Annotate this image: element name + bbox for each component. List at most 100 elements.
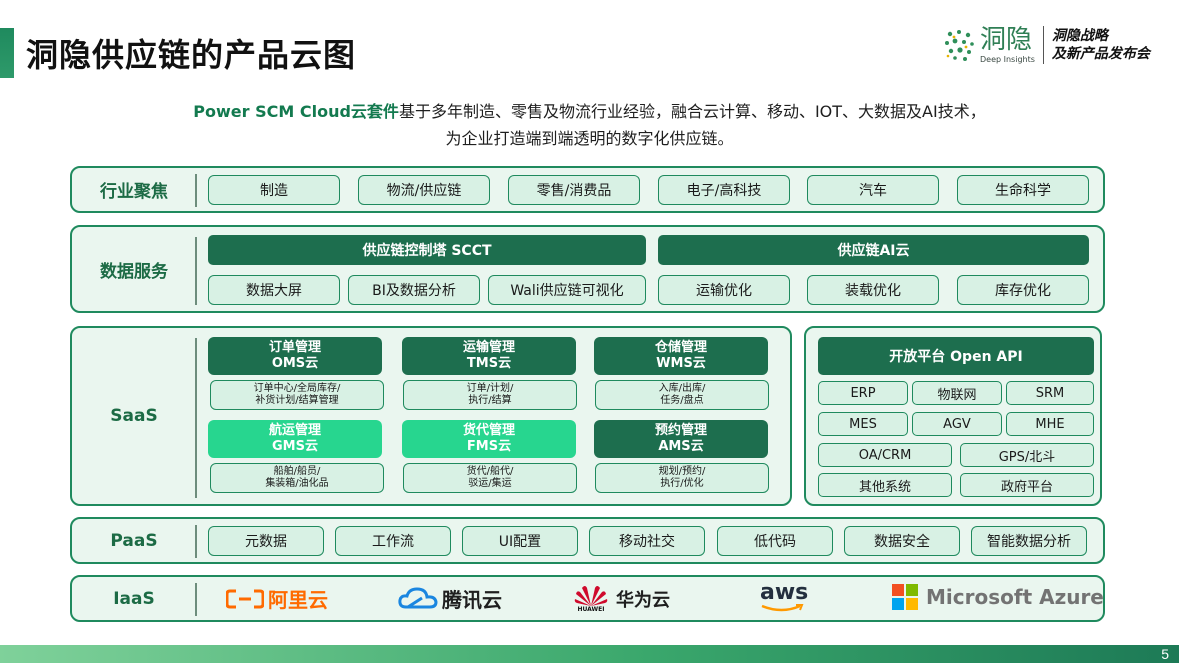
saas-label: SaaS <box>110 406 158 426</box>
industry-chip: 汽车 <box>807 175 939 205</box>
paas-chip: 低代码 <box>717 526 833 556</box>
gms-module-header: 航运管理 GMS云 <box>208 420 382 458</box>
ai-cloud-bar: 供应链AI云 <box>658 235 1089 265</box>
industry-label: 行业聚焦 <box>100 182 168 202</box>
module-name: 运输管理 <box>462 340 515 355</box>
aliyun-logo: 阿里云 <box>226 584 328 613</box>
event-line-2: 及新产品发布会 <box>1051 46 1150 62</box>
row-separator <box>195 237 197 305</box>
row-separator <box>195 525 197 558</box>
intro-highlight: Power SCM Cloud云套件 <box>193 102 399 121</box>
industry-chip: 物流/供应链 <box>358 175 490 205</box>
huawei-sub: HUAWEI <box>577 606 605 613</box>
logo-english-name: Deep Insights <box>980 54 1035 64</box>
api-chip: ERP <box>818 381 908 405</box>
data-service-chip: 装载优化 <box>807 275 939 305</box>
module-code: FMS云 <box>466 439 512 454</box>
huawei-cloud-name: 华为云 <box>616 589 670 611</box>
oms-module-desc: 订单中心/全局库存/ 补货计划/结算管理 <box>210 380 384 410</box>
api-chip: MES <box>818 412 908 436</box>
api-chip: AGV <box>912 412 1002 436</box>
industry-chip: 生命科学 <box>957 175 1089 205</box>
huawei-icon <box>574 586 608 606</box>
aliyun-icon <box>226 589 264 608</box>
company-logo: 洞隐 Deep Insights 洞隐战略 及新产品发布会 <box>942 26 1150 64</box>
module-desc-line: 订单/计划/ <box>466 383 514 394</box>
tms-module-header: 运输管理 TMS云 <box>402 337 576 375</box>
industry-chip: 电子/高科技 <box>658 175 790 205</box>
scct-bar: 供应链控制塔 SCCT <box>208 235 646 265</box>
api-chip: MHE <box>1006 412 1094 436</box>
saas-row: SaaS 订单管理 OMS云 订单中心/全局库存/ 补货计划/结算管理 运输管理… <box>70 326 792 506</box>
module-desc-line: 补货计划/结算管理 <box>255 395 339 406</box>
tencent-cloud-logo: 腾讯云 <box>398 584 502 613</box>
page-title: 洞隐供应链的产品云图 <box>26 36 357 74</box>
logo-divider <box>1042 26 1044 64</box>
module-name: 预约管理 <box>654 423 707 438</box>
module-code: OMS云 <box>271 356 319 371</box>
api-chip: 物联网 <box>912 381 1002 405</box>
microsoft-azure-name: Microsoft Azure <box>926 585 1104 609</box>
module-name: 航运管理 <box>268 423 321 438</box>
module-name: 货代管理 <box>462 423 515 438</box>
tencent-cloud-name: 腾讯云 <box>442 588 502 612</box>
event-name: 洞隐战略 及新产品发布会 <box>1052 27 1150 63</box>
paas-row: PaaS 元数据 工作流 UI配置 移动社交 低代码 数据安全 智能数据分析 <box>70 517 1105 564</box>
data-services-label: 数据服务 <box>100 261 168 282</box>
module-name: 仓储管理 <box>654 340 707 355</box>
oms-module-header: 订单管理 OMS云 <box>208 337 382 375</box>
event-line-1: 洞隐战略 <box>1051 28 1108 44</box>
module-desc-line: 执行/优化 <box>660 478 704 489</box>
aws-name: aws <box>760 580 809 605</box>
paas-chip: 数据安全 <box>844 526 960 556</box>
module-desc-line: 任务/盘点 <box>660 395 704 406</box>
row-separator <box>195 583 197 616</box>
module-desc-line: 入库/出库/ <box>658 383 706 394</box>
ams-module-header: 预约管理 AMS云 <box>594 420 768 458</box>
footer-bar <box>0 645 1179 663</box>
intro-text: Power SCM Cloud云套件基于多年制造、零售及物流行业经验，融合云计算… <box>0 98 1179 152</box>
module-code: TMS云 <box>466 356 512 371</box>
fms-module-header: 货代管理 FMS云 <box>402 420 576 458</box>
paas-chip: 工作流 <box>335 526 451 556</box>
open-api-panel: 开放平台 Open API ERP 物联网 SRM MES AGV MHE OA… <box>804 326 1102 506</box>
tencent-cloud-icon <box>398 586 438 608</box>
deep-insights-logo-icon <box>942 28 976 62</box>
module-desc-line: 船舶/船员/ <box>273 466 321 477</box>
paas-chip: 移动社交 <box>589 526 705 556</box>
microsoft-windows-icon <box>892 584 918 610</box>
wms-module-desc: 入库/出库/ 任务/盘点 <box>595 380 769 410</box>
data-service-chip: Wali供应链可视化 <box>488 275 646 305</box>
ams-module-desc: 规划/预约/ 执行/优化 <box>595 463 769 493</box>
module-code: WMS云 <box>656 356 706 371</box>
fms-module-desc: 货代/船代/ 驳运/集运 <box>403 463 577 493</box>
industry-chip: 制造 <box>208 175 340 205</box>
paas-chip: 元数据 <box>208 526 324 556</box>
api-chip: SRM <box>1006 381 1094 405</box>
microsoft-azure-logo: Microsoft Azure <box>892 584 1104 610</box>
gms-module-desc: 船舶/船员/ 集装箱/油化品 <box>210 463 384 493</box>
title-accent-bar <box>0 28 14 78</box>
tms-module-desc: 订单/计划/ 执行/结算 <box>403 380 577 410</box>
aliyun-name: 阿里云 <box>268 588 328 612</box>
api-chip: 政府平台 <box>960 473 1094 497</box>
logo-chinese-name: 洞隐 <box>980 24 1033 55</box>
data-service-chip: 库存优化 <box>957 275 1089 305</box>
intro-line-1: 基于多年制造、零售及物流行业经验，融合云计算、移动、IOT、大数据及AI技术， <box>398 102 986 121</box>
module-name: 订单管理 <box>268 340 321 355</box>
api-chip: 其他系统 <box>818 473 952 497</box>
data-service-chip: 数据大屏 <box>208 275 340 305</box>
module-desc-line: 订单中心/全局库存/ <box>253 383 341 394</box>
module-desc-line: 集装箱/油化品 <box>265 478 329 489</box>
huawei-cloud-logo: HUAWEI 华为云 <box>574 584 670 613</box>
module-desc-line: 执行/结算 <box>468 395 512 406</box>
row-separator <box>195 174 197 207</box>
api-chip: GPS/北斗 <box>960 443 1094 467</box>
paas-label: PaaS <box>110 530 158 551</box>
iaas-label: IaaS <box>113 588 155 609</box>
aws-logo: aws <box>760 582 808 612</box>
page-number: 5 <box>1161 646 1169 662</box>
intro-line-2: 为企业打造端到端透明的数字化供应链。 <box>445 129 734 148</box>
row-separator <box>195 338 197 498</box>
industry-chip: 零售/消费品 <box>508 175 640 205</box>
